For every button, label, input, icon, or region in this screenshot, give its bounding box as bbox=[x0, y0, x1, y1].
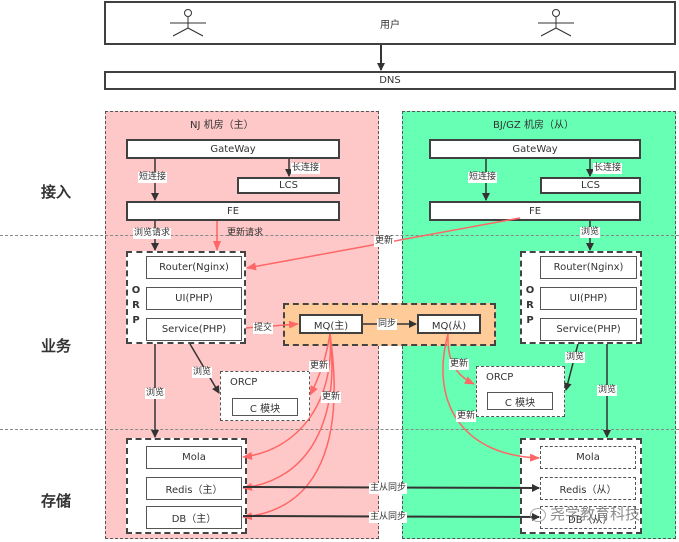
bj-browse-storage-label: 浏览 bbox=[597, 385, 618, 396]
nj-ui-label: UI(PHP) bbox=[175, 293, 213, 304]
bj-mola-box: Mola bbox=[540, 446, 636, 469]
nj-update-label-2: 更新 bbox=[321, 392, 342, 403]
bj-update-label-1: 更新 bbox=[449, 359, 470, 370]
bj-orp-letter-r: R bbox=[526, 300, 534, 311]
nj-router-label: Router(Nginx) bbox=[159, 262, 229, 273]
bj-fe-box: FE bbox=[429, 201, 641, 221]
bj-cross-update-label: 更新 bbox=[374, 236, 395, 247]
layer-divider-access-business bbox=[0, 235, 679, 236]
nj-update-request-label: 更新请求 bbox=[227, 228, 264, 238]
wechat-icon bbox=[530, 507, 546, 522]
nj-fe-label: FE bbox=[226, 205, 240, 217]
bj-fe-label: FE bbox=[528, 205, 542, 217]
users-label: 用户 bbox=[380, 19, 400, 31]
nj-orp-letter-o: O bbox=[131, 285, 141, 296]
watermark: 尧学教育科技 bbox=[530, 503, 640, 524]
nj-redis-box: Redis（主） bbox=[146, 477, 242, 500]
mq-sync-label: 同步 bbox=[377, 319, 398, 330]
bj-gateway-box: GateWay bbox=[429, 139, 641, 159]
bj-short-conn-label: 短连接 bbox=[468, 172, 498, 183]
nj-mola-label: Mola bbox=[182, 452, 206, 463]
bj-title: BJ/GZ 机房（从） bbox=[493, 120, 574, 131]
bj-router-box: Router(Nginx) bbox=[540, 256, 637, 279]
nj-gateway-label: GateWay bbox=[210, 143, 256, 155]
nj-orp-letter-r: R bbox=[132, 300, 140, 311]
bj-c-module-label: C 模块 bbox=[504, 397, 536, 409]
mq-slave-label: MQ(从) bbox=[431, 320, 467, 332]
nj-c-module-label: C 模块 bbox=[249, 403, 281, 415]
layer-label-access: 接入 bbox=[41, 183, 72, 201]
nj-lcs-box: LCS bbox=[237, 177, 340, 194]
nj-ui-box: UI(PHP) bbox=[146, 287, 242, 310]
user-actor-icon bbox=[538, 9, 574, 37]
bj-ui-box: UI(PHP) bbox=[540, 287, 637, 310]
nj-orp-letter-p: P bbox=[132, 315, 140, 326]
nj-browse-storage-label: 浏览 bbox=[145, 388, 166, 399]
bj-c-module-box: C 模块 bbox=[487, 392, 553, 410]
redis-sync-label: 主从同步 bbox=[369, 483, 408, 494]
bj-service-label: Service(PHP) bbox=[556, 324, 621, 335]
nj-service-label: Service(PHP) bbox=[161, 324, 227, 335]
layer-divider-business-storage bbox=[0, 429, 679, 430]
nj-browse-request-label: 浏览请求 bbox=[133, 228, 172, 239]
nj-mola-box: Mola bbox=[146, 446, 242, 469]
user-actor-icon bbox=[170, 9, 206, 37]
mq-master-box: MQ(主) bbox=[299, 314, 363, 334]
nj-submit-label: 提交 bbox=[253, 323, 274, 334]
dns-label: DNS bbox=[379, 75, 401, 86]
nj-fe-box: FE bbox=[126, 201, 340, 221]
nj-long-conn-label: 长连接 bbox=[291, 163, 321, 174]
nj-short-conn-label: 短连接 bbox=[138, 172, 168, 183]
bj-browse-label: 浏览 bbox=[580, 227, 601, 238]
bj-orcp-title: ORCP bbox=[486, 372, 514, 383]
dns-box: DNS bbox=[104, 71, 676, 90]
nj-db-box: DB（主） bbox=[146, 506, 242, 529]
nj-db-label: DB（主） bbox=[171, 514, 217, 525]
nj-lcs-label: LCS bbox=[279, 180, 298, 191]
mq-master-label: MQ(主) bbox=[313, 320, 349, 332]
nj-gateway-box: GateWay bbox=[126, 139, 340, 159]
nj-orcp-title: ORCP bbox=[230, 377, 258, 388]
bj-redis-box: Redis（从） bbox=[540, 477, 636, 500]
nj-c-module-box: C 模块 bbox=[232, 398, 298, 416]
bj-update-label-2: 更新 bbox=[456, 411, 477, 422]
nj-title: NJ 机房（主） bbox=[190, 120, 254, 131]
bj-mola-label: Mola bbox=[576, 452, 600, 463]
layer-label-storage: 存储 bbox=[41, 492, 72, 510]
db-sync-label: 主从同步 bbox=[369, 512, 408, 523]
bj-browse-orcp-label: 浏览 bbox=[565, 352, 586, 363]
bj-long-conn-label: 长连接 bbox=[593, 163, 623, 174]
bj-service-box: Service(PHP) bbox=[540, 318, 637, 341]
bj-router-label: Router(Nginx) bbox=[553, 262, 624, 273]
layer-label-business: 业务 bbox=[41, 337, 72, 355]
bj-lcs-label: LCS bbox=[581, 180, 600, 191]
watermark-text: 尧学教育科技 bbox=[550, 505, 641, 523]
nj-update-label-1: 更新 bbox=[309, 361, 330, 372]
nj-browse-orcp-label: 浏览 bbox=[192, 367, 213, 378]
bj-orp-letter-p: P bbox=[526, 315, 534, 326]
nj-router-box: Router(Nginx) bbox=[146, 256, 242, 279]
bj-gateway-label: GateWay bbox=[512, 143, 558, 155]
nj-redis-label: Redis（主） bbox=[165, 485, 223, 496]
bj-orp-letter-o: O bbox=[525, 285, 535, 296]
nj-service-box: Service(PHP) bbox=[146, 318, 242, 341]
mq-slave-box: MQ(从) bbox=[417, 314, 481, 334]
bj-ui-label: UI(PHP) bbox=[569, 293, 608, 304]
bj-redis-label: Redis（从） bbox=[559, 485, 617, 496]
bj-lcs-box: LCS bbox=[540, 177, 641, 194]
